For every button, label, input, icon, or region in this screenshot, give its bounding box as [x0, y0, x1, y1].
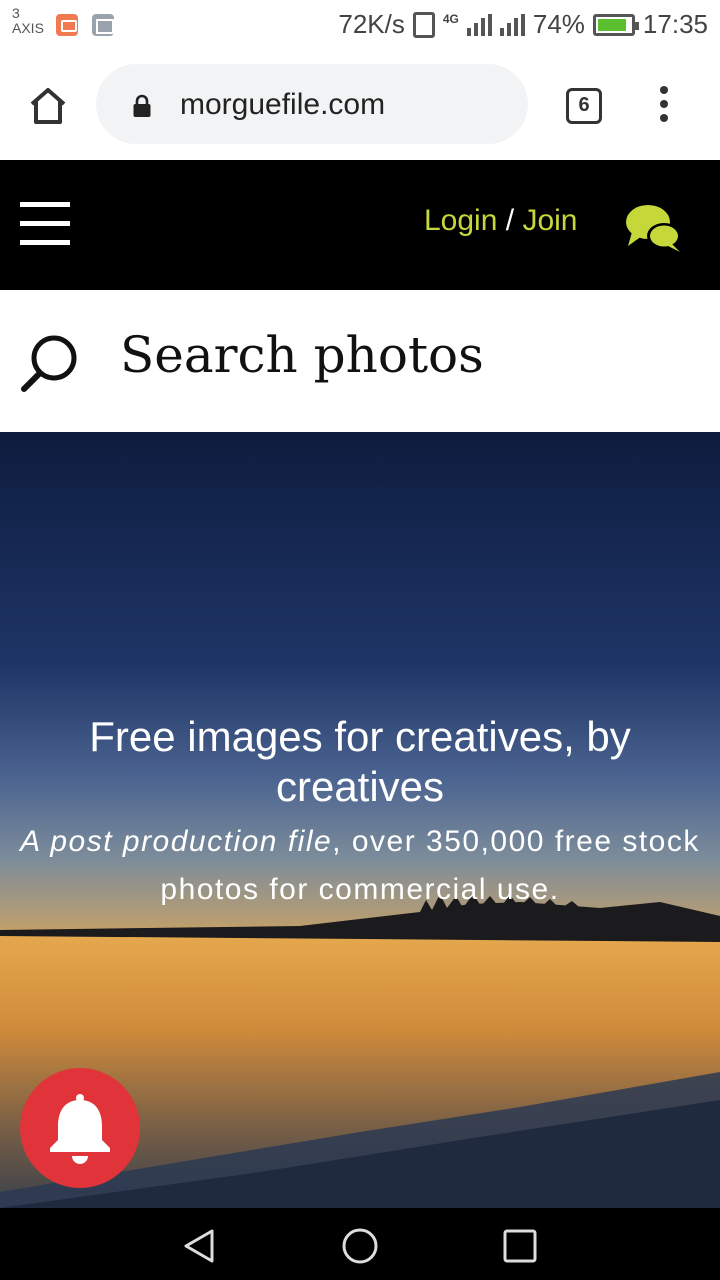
address-bar[interactable]: morguefile.com: [96, 64, 528, 144]
battery-percent: 74%: [532, 9, 585, 39]
site-header: Login / Join: [0, 160, 720, 290]
lock-icon: [133, 94, 151, 117]
notification-button[interactable]: [20, 1068, 140, 1188]
signal-icon: [466, 13, 492, 36]
hero-subtitle: A post production file, over 350,000 fre…: [20, 818, 700, 914]
bell-icon: [50, 1094, 110, 1164]
status-indicators: 72K/s 4G 74% 17:35: [338, 9, 708, 40]
system-nav-bar: [0, 1208, 720, 1280]
carrier-name: AXIS: [12, 20, 44, 36]
auth-separator: /: [505, 204, 515, 237]
image-notification-icon: [92, 14, 114, 36]
clock: 17:35: [642, 9, 708, 39]
chat-bubbles-icon[interactable]: [624, 200, 684, 256]
mail-notification-icon: [56, 14, 78, 36]
hero-title: Free images for creatives, by creatives: [89, 713, 631, 810]
overflow-menu-icon[interactable]: [654, 86, 674, 126]
vibrate-icon: [412, 11, 435, 38]
search-input[interactable]: Search photos: [120, 326, 484, 384]
auth-links: Login / Join: [424, 204, 577, 238]
search-icon[interactable]: [18, 330, 82, 394]
signal-2-icon: [499, 13, 525, 36]
hero-subtitle-italic: A post production file: [20, 825, 333, 858]
login-link[interactable]: Login: [424, 204, 497, 237]
tabs-button[interactable]: 6: [566, 88, 602, 124]
status-bar: 3 AXIS 72K/s 4G 74% 17:35: [0, 0, 720, 52]
hamburger-menu-icon[interactable]: [20, 202, 70, 246]
carrier-label: 3 AXIS: [12, 6, 44, 36]
recents-square-icon[interactable]: [500, 1226, 540, 1266]
search-bar[interactable]: Search photos: [0, 290, 720, 432]
home-circle-icon[interactable]: [340, 1226, 380, 1266]
network-speed: 72K/s: [338, 9, 405, 39]
carrier-number: 3: [12, 5, 20, 21]
home-icon[interactable]: [24, 82, 72, 130]
url-text: morguefile.com: [180, 88, 386, 121]
back-triangle-icon[interactable]: [180, 1226, 220, 1266]
battery-icon: [592, 13, 639, 36]
browser-toolbar: morguefile.com 6: [0, 52, 720, 160]
join-link[interactable]: Join: [522, 204, 577, 237]
network-type: 4G: [442, 11, 459, 26]
